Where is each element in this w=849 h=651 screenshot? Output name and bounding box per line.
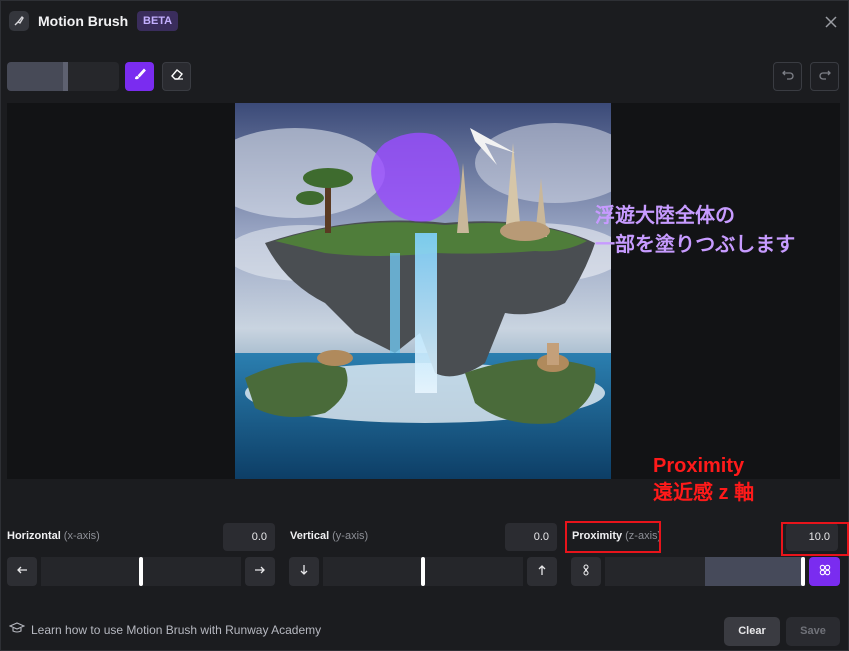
proximity-label-highlight [565, 521, 661, 553]
arrow-up-icon [536, 563, 548, 581]
canvas-annotation: 浮遊大陸全体の 一部を塗りつぶします [595, 205, 796, 256]
vertical-label: Vertical (y-axis) [290, 530, 369, 542]
proximity-far-icon [580, 563, 592, 581]
horizontal-left-button[interactable] [7, 557, 37, 586]
proximity-slider-thumb[interactable] [801, 557, 805, 586]
motion-brush-icon [9, 11, 29, 31]
dialog-title: Motion Brush [38, 13, 129, 29]
paintbrush-icon [133, 67, 147, 86]
brush-size-fill [7, 62, 63, 91]
brush-tool-button[interactable] [125, 62, 154, 91]
vertical-down-button[interactable] [289, 557, 319, 586]
vertical-up-button[interactable] [527, 557, 557, 586]
arrow-down-icon [298, 563, 310, 581]
paint-canvas[interactable] [7, 103, 840, 479]
redo-button[interactable] [810, 62, 839, 91]
brush-size-slider[interactable] [7, 62, 119, 91]
graduation-cap-icon [8, 622, 26, 637]
horizontal-label: Horizontal (x-axis) [7, 530, 100, 542]
proximity-slider-fill [705, 557, 805, 586]
eraser-tool-button[interactable] [162, 62, 191, 91]
proximity-value-highlight [781, 522, 849, 556]
source-image[interactable] [235, 103, 611, 479]
horizontal-slider-thumb[interactable] [139, 557, 143, 586]
proximity-near-button[interactable] [809, 557, 840, 586]
proximity-annotation: Proximity 遠近感 z 軸 [653, 455, 755, 504]
eraser-icon [170, 67, 184, 86]
proximity-far-button[interactable] [571, 557, 601, 586]
proximity-near-icon [819, 563, 831, 581]
arrow-left-icon [16, 563, 28, 581]
close-icon[interactable] [822, 13, 840, 31]
learn-link[interactable]: Learn how to use Motion Brush with Runwa… [8, 622, 321, 637]
arrow-right-icon [254, 563, 266, 581]
undo-button[interactable] [773, 62, 802, 91]
vertical-value-field[interactable]: 0.0 [505, 523, 557, 551]
brush-size-handle[interactable] [63, 62, 68, 91]
motion-brush-dialog: Motion Brush BETA 浮遊大陸全体の 一部を塗りつぶします Pro… [0, 0, 849, 651]
redo-icon [818, 67, 832, 86]
vertical-slider-thumb[interactable] [421, 557, 425, 586]
save-button[interactable]: Save [786, 617, 840, 646]
clear-button[interactable]: Clear [724, 617, 780, 646]
undo-icon [781, 67, 795, 86]
horizontal-right-button[interactable] [245, 557, 275, 586]
horizontal-value-field[interactable]: 0.0 [223, 523, 275, 551]
dialog-header: Motion Brush BETA [1, 1, 849, 43]
beta-badge: BETA [137, 11, 179, 31]
